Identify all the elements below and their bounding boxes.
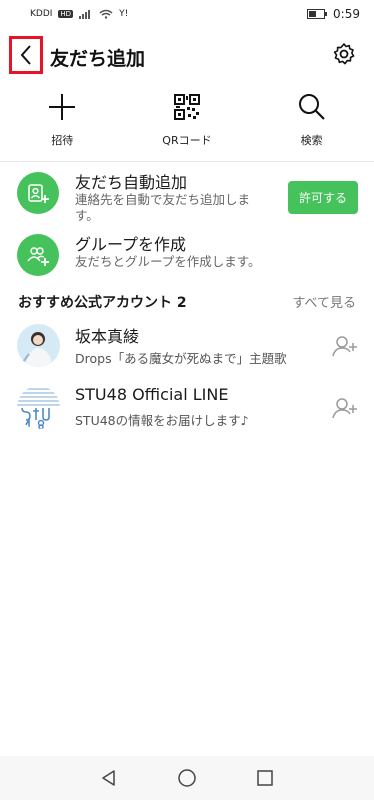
add-friend-icon[interactable] xyxy=(332,396,358,420)
carrier-label: KDDI xyxy=(30,9,53,19)
auto-add-subtitle-line1: 連絡先を自動で友だち追加しま xyxy=(75,192,251,207)
auto-add-subtitle-line2: す。 xyxy=(75,208,99,223)
add-methods: 招待 QRコード 検索 xyxy=(0,92,374,154)
account-desc: Drops「ある魔女が死ぬまで」主題歌 xyxy=(75,351,287,366)
qr-code-label: QRコード xyxy=(162,134,212,147)
back-button[interactable] xyxy=(9,36,43,74)
avatar xyxy=(17,324,60,367)
nav-recents-icon[interactable] xyxy=(255,768,275,788)
auto-add-row[interactable]: 友だち自動追加 連絡先を自動で友だち追加しま す。 許可する xyxy=(0,166,374,223)
auto-add-icon xyxy=(17,172,59,214)
account-row[interactable]: STU48 Official LINE STU48の情報をお届けします♪ xyxy=(0,384,374,434)
create-group-subtitle: 友だちとグループを作成します。 xyxy=(75,254,261,269)
auto-add-subtitle: 連絡先を自動で友だち追加しま す。 xyxy=(75,192,250,224)
auto-add-title: 友だち自動追加 xyxy=(75,173,188,192)
status-left: KDDI HD Y! xyxy=(30,9,128,19)
invite-label: 招待 xyxy=(51,134,74,147)
carrier2-label: Y! xyxy=(119,9,129,19)
account-name: STU48 Official LINE xyxy=(75,385,229,404)
plus-icon xyxy=(49,94,76,120)
create-group-row[interactable]: グループを作成 友だちとグループを作成します。 xyxy=(0,228,374,280)
wifi-icon xyxy=(99,9,113,19)
recommended-title: おすすめ公式アカウント 2 xyxy=(18,295,187,311)
nav-home-icon[interactable] xyxy=(177,768,197,788)
see-all-link[interactable]: すべて見る xyxy=(292,292,356,311)
allow-button[interactable]: 許可する xyxy=(288,181,358,214)
account-row[interactable]: 坂本真綾 Drops「ある魔女が死ぬまで」主題歌 xyxy=(0,322,374,372)
status-bar: KDDI HD Y! 0:59 xyxy=(0,0,374,28)
hd-badge: HD xyxy=(58,10,74,18)
clock: 0:59 xyxy=(333,7,360,21)
nav-back-icon[interactable] xyxy=(99,768,119,788)
chevron-left-icon xyxy=(20,45,31,65)
add-friend-icon[interactable] xyxy=(332,334,358,358)
header: 友だち追加 xyxy=(0,34,374,80)
page-title: 友だち追加 xyxy=(50,48,146,70)
search-icon xyxy=(298,94,325,120)
account-desc: STU48の情報をお届けします♪ xyxy=(75,413,249,428)
qr-code-icon xyxy=(173,94,200,120)
system-nav-bar xyxy=(0,756,374,800)
search-button[interactable]: 検索 xyxy=(249,92,374,154)
invite-button[interactable]: 招待 xyxy=(0,92,125,154)
status-right: 0:59 xyxy=(307,7,360,21)
account-name: 坂本真綾 xyxy=(75,327,140,346)
qr-code-button[interactable]: QRコード xyxy=(125,92,250,154)
create-group-icon xyxy=(17,234,59,276)
search-label: 検索 xyxy=(300,134,323,147)
divider xyxy=(0,161,374,162)
signal-icon xyxy=(79,10,91,19)
gear-icon[interactable] xyxy=(332,42,356,66)
avatar xyxy=(17,386,60,429)
create-group-title: グループを作成 xyxy=(75,235,187,254)
recommended-header: おすすめ公式アカウント 2 すべて見る xyxy=(0,290,374,312)
battery-icon xyxy=(307,9,328,19)
